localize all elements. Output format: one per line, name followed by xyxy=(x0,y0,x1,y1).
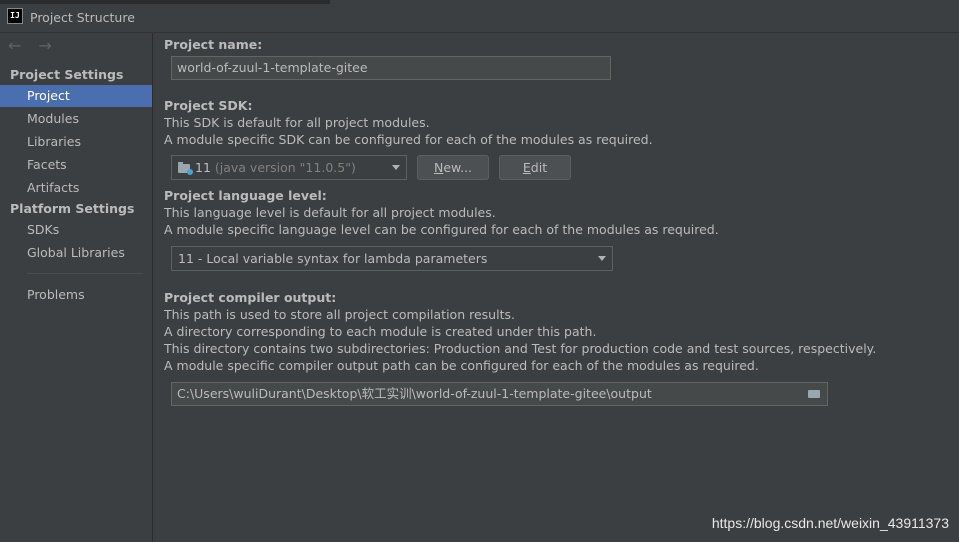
edit-sdk-button[interactable]: Edit xyxy=(499,155,571,180)
editor-strip xyxy=(0,0,330,4)
project-settings-heading: Project Settings xyxy=(10,67,124,82)
sdk-version-detail: (java version "11.0.5") xyxy=(214,160,356,175)
sdk-version: 11 xyxy=(195,160,211,175)
project-sdk-desc-2: A module specific SDK can be configured … xyxy=(164,132,653,147)
chevron-down-icon xyxy=(392,165,400,170)
sidebar-item-problems[interactable]: Problems xyxy=(0,284,152,306)
sidebar-item-global-libraries[interactable]: Global Libraries xyxy=(0,242,152,264)
title-bar: IJ Project Structure xyxy=(0,0,959,33)
watermark: https://blog.csdn.net/weixin_43911373 xyxy=(711,515,949,531)
project-name-label: Project name: xyxy=(164,37,263,52)
sidebar-item-sdks[interactable]: SDKs xyxy=(0,219,152,241)
compiler-output-desc-2: A directory corresponding to each module… xyxy=(164,324,597,339)
language-level-label: Project language level: xyxy=(164,188,327,203)
compiler-output-path-field[interactable]: C:\Users\wuliDurant\Desktop\软工实训\world-o… xyxy=(171,382,828,406)
compiler-output-label: Project compiler output: xyxy=(164,290,337,305)
language-level-value: 11 - Local variable syntax for lambda pa… xyxy=(178,251,488,266)
language-level-desc-1: This language level is default for all p… xyxy=(164,205,496,220)
project-sdk-dropdown[interactable]: 11 (java version "11.0.5") xyxy=(171,155,407,180)
intellij-app-icon: IJ xyxy=(7,8,23,24)
sidebar-item-modules[interactable]: Modules xyxy=(0,108,152,130)
language-level-desc-2: A module specific language level can be … xyxy=(164,222,719,237)
compiler-output-desc-1: This path is used to store all project c… xyxy=(164,307,515,322)
project-sdk-label: Project SDK: xyxy=(164,98,253,113)
folder-browse-icon[interactable] xyxy=(808,390,820,398)
sidebar-item-libraries[interactable]: Libraries xyxy=(0,131,152,153)
window-title: Project Structure xyxy=(30,10,135,25)
sidebar-item-project[interactable]: Project xyxy=(0,85,152,107)
project-sdk-desc-1: This SDK is default for all project modu… xyxy=(164,115,430,130)
sdk-folder-icon xyxy=(178,162,193,175)
compiler-output-path: C:\Users\wuliDurant\Desktop\软工实训\world-o… xyxy=(177,386,652,401)
platform-settings-heading: Platform Settings xyxy=(10,201,135,216)
sidebar-item-facets[interactable]: Facets xyxy=(0,154,152,176)
language-level-dropdown[interactable]: 11 - Local variable syntax for lambda pa… xyxy=(171,246,613,271)
compiler-output-desc-4: A module specific compiler output path c… xyxy=(164,358,759,373)
back-forward-arrows-icon[interactable]: ← → xyxy=(8,36,58,55)
project-name-field[interactable]: world-of-zuul-1-template-gitee xyxy=(171,56,611,80)
sidebar-item-artifacts[interactable]: Artifacts xyxy=(0,177,152,199)
project-settings-panel: Project name: world-of-zuul-1-template-g… xyxy=(154,33,959,542)
sidebar: ← → Project Settings Project Modules Lib… xyxy=(0,33,153,542)
new-sdk-button[interactable]: New... xyxy=(417,155,489,180)
compiler-output-desc-3: This directory contains two subdirectori… xyxy=(164,341,877,356)
sidebar-divider xyxy=(27,273,143,274)
chevron-down-icon xyxy=(598,256,606,261)
